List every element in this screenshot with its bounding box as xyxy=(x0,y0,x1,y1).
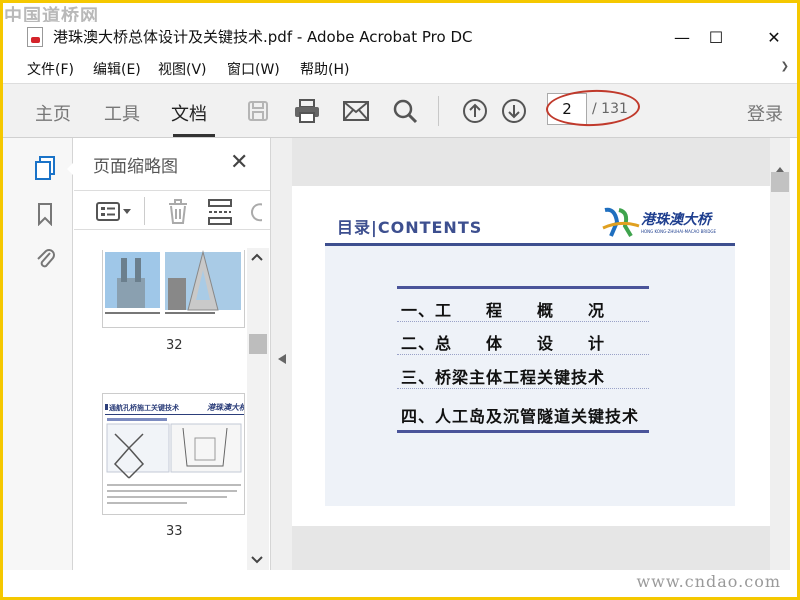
toolbar-separator xyxy=(438,96,439,126)
panel-close-icon[interactable]: ✕ xyxy=(230,150,248,175)
window-title: 港珠澳大桥总体设计及关键技术.pdf - Adobe Acrobat Pro D… xyxy=(53,28,473,46)
bookmark-icon[interactable] xyxy=(31,200,59,228)
logo-text: 港珠澳大桥 xyxy=(641,212,711,228)
bottom-bar: www.cndao.com xyxy=(3,570,797,597)
menu-overflow-icon[interactable]: ❯ xyxy=(781,61,789,72)
doc-scroll-thumb[interactable] xyxy=(771,172,789,192)
menu-bar: 文件(F) 编辑(E) 视图(V) 窗口(W) 帮助(H) ❯ xyxy=(3,55,797,81)
contents-slide: 目录|CONTENTS 港珠澳大桥 HONG KONG-ZHUHAI-MACAO… xyxy=(325,201,735,506)
thumbnail-options-icon[interactable] xyxy=(96,201,132,227)
attachment-icon[interactable] xyxy=(31,244,59,272)
thumbnails-panel: 页面缩略图 ✕ 32 通航孔桥施工关键技术 港珠澳大桥 33 xyxy=(74,138,270,570)
tab-document[interactable]: 文档 xyxy=(171,100,207,126)
active-tab-indicator xyxy=(173,134,215,137)
menu-edit[interactable]: 编辑(E) xyxy=(93,59,141,79)
pdf-file-icon xyxy=(27,27,43,47)
slide-header: 目录|CONTENTS 港珠澳大桥 HONG KONG-ZHUHAI-MACAO… xyxy=(325,201,735,246)
previous-page-icon[interactable] xyxy=(460,96,490,126)
toc-bottom-rule xyxy=(397,430,649,433)
thumbnail-33-image: 港珠澳大桥 xyxy=(105,403,245,504)
login-button[interactable]: 登录 xyxy=(747,100,783,126)
panel-collapse-handle[interactable] xyxy=(270,138,292,570)
panel-title: 页面缩略图 xyxy=(93,157,178,177)
rotate-page-icon[interactable] xyxy=(248,199,262,225)
panel-scroll-thumb[interactable] xyxy=(249,334,267,354)
page-thumbnails-icon[interactable] xyxy=(31,154,59,182)
bridge-logo: 港珠澳大桥 HONG KONG-ZHUHAI-MACAO BRIDGE xyxy=(601,205,729,241)
toc-divider xyxy=(397,388,649,389)
toc-top-rule xyxy=(397,286,649,289)
thumbnail-32-number: 32 xyxy=(166,338,183,353)
toc-item-2[interactable]: 二、总 体 设 计 xyxy=(401,330,605,354)
panel-scrollbar[interactable] xyxy=(247,248,269,570)
tab-tools[interactable]: 工具 xyxy=(104,100,140,126)
svg-text:港珠澳大桥: 港珠澳大桥 xyxy=(207,403,245,412)
scroll-up-icon[interactable] xyxy=(251,252,263,265)
search-icon[interactable] xyxy=(390,96,420,126)
document-view: 目录|CONTENTS 港珠澳大桥 HONG KONG-ZHUHAI-MACAO… xyxy=(292,138,770,570)
save-icon[interactable] xyxy=(243,96,273,126)
toc-divider xyxy=(397,321,649,322)
delete-page-icon[interactable] xyxy=(166,199,190,229)
menu-file[interactable]: 文件(F) xyxy=(27,59,74,79)
collapse-arrow-icon[interactable] xyxy=(277,350,287,369)
page-thumbnail-32[interactable] xyxy=(102,250,245,328)
toc-item-3[interactable]: 三、桥梁主体工程关键技术 xyxy=(401,364,605,388)
panel-toolbar xyxy=(74,190,270,230)
print-icon[interactable] xyxy=(292,96,322,126)
page-thumbnail-33[interactable]: 通航孔桥施工关键技术 港珠澳大桥 xyxy=(102,393,245,515)
logo-subtext: HONG KONG-ZHUHAI-MACAO BRIDGE xyxy=(641,229,717,234)
scroll-down-icon[interactable] xyxy=(251,550,263,569)
next-page-icon[interactable] xyxy=(499,96,529,126)
tab-home[interactable]: 主页 xyxy=(35,100,71,126)
toc-item-4[interactable]: 四、人工岛及沉管隧道关键技术 xyxy=(401,403,639,427)
title-bar: 港珠澳大桥总体设计及关键技术.pdf - Adobe Acrobat Pro D… xyxy=(3,22,797,52)
thumbnail-33-number: 33 xyxy=(166,524,183,539)
slide-title: 目录|CONTENTS xyxy=(337,218,483,237)
maximize-button[interactable]: ☐ xyxy=(693,22,739,52)
toolbar: 主页 工具 文档 登录 xyxy=(3,83,797,138)
menu-view[interactable]: 视图(V) xyxy=(158,59,207,79)
active-panel-pointer xyxy=(67,162,74,176)
pdf-page: 目录|CONTENTS 港珠澳大桥 HONG KONG-ZHUHAI-MACAO… xyxy=(292,186,770,526)
insert-page-icon[interactable] xyxy=(207,199,233,229)
email-icon[interactable] xyxy=(341,96,371,126)
navigation-strip xyxy=(3,138,74,570)
toc-divider xyxy=(397,354,649,355)
menu-help[interactable]: 帮助(H) xyxy=(300,59,349,79)
menu-window[interactable]: 窗口(W) xyxy=(227,59,280,79)
thumbnail-32-image xyxy=(103,250,244,327)
bridge-logo-icon xyxy=(602,207,640,238)
watermark-bottom: www.cndao.com xyxy=(636,572,781,591)
panel-tool-separator xyxy=(144,197,145,225)
close-button[interactable]: ✕ xyxy=(751,22,797,52)
document-scrollbar[interactable] xyxy=(770,138,790,570)
toc-item-1[interactable]: 一、工 程 概 况 xyxy=(401,297,605,321)
